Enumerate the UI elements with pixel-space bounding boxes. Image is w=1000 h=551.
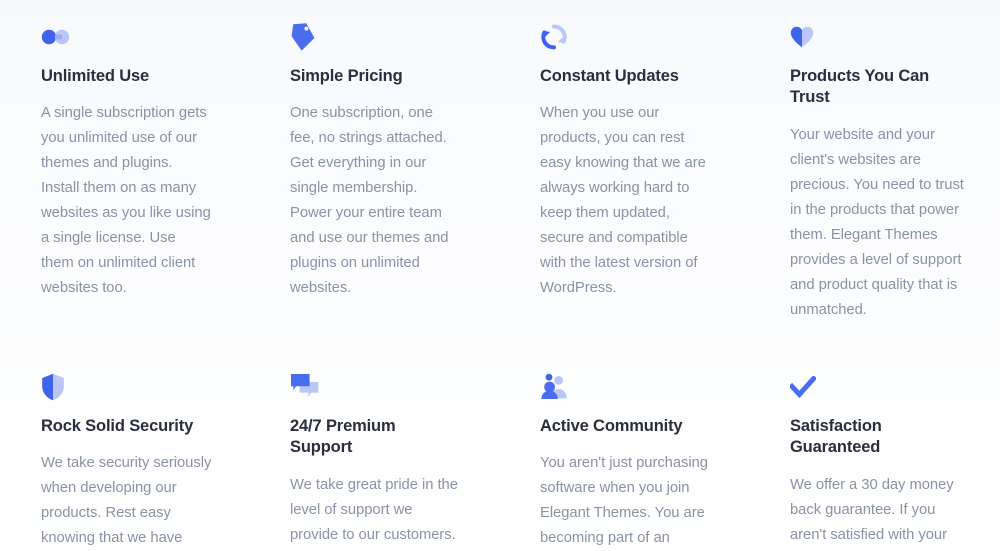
price-tag-icon <box>290 20 460 54</box>
feature-body: Your website and your client's websites … <box>790 126 964 318</box>
feature-title: Rock Solid Security <box>41 416 194 435</box>
refresh-update-icon <box>540 20 710 54</box>
features-grid: Unlimited Use A single subscription gets… <box>0 0 1000 551</box>
feature-title: 24/7 Premium Support <box>290 416 396 457</box>
feature-title: Products You Can Trust <box>790 67 930 107</box>
feature-body: A single subscription gets you unlimited… <box>41 105 211 297</box>
feature-card-rock-solid-security: Rock Solid Security We take security ser… <box>0 323 250 551</box>
feature-body: One subscription, one fee, no strings at… <box>290 105 449 297</box>
feature-card-unlimited-use: Unlimited Use A single subscription gets… <box>0 12 250 323</box>
shield-icon <box>41 370 212 404</box>
heart-icon <box>790 20 972 54</box>
feature-card-active-community: Active Community You aren't just purchas… <box>500 323 750 551</box>
two-dots-icon <box>41 20 212 54</box>
feature-body: We offer a 30 day money back guarantee. … <box>790 476 954 543</box>
feature-body: We take security seriously when developi… <box>41 455 212 547</box>
feature-title: Active Community <box>540 416 683 435</box>
checkmark-icon <box>790 370 972 404</box>
feature-body: We take great pride in the level of supp… <box>290 476 458 543</box>
feature-card-constant-updates: Constant Updates When you use our produc… <box>500 12 750 323</box>
feature-title: Simple Pricing <box>290 67 403 85</box>
feature-card-simple-pricing: Simple Pricing One subscription, one fee… <box>250 12 500 323</box>
feature-body: You aren't just purchasing software when… <box>540 455 708 547</box>
feature-title: Unlimited Use <box>41 67 150 85</box>
users-icon <box>540 370 710 404</box>
feature-title: Constant Updates <box>540 67 679 85</box>
chat-bubbles-icon <box>290 370 460 404</box>
feature-card-satisfaction-guaranteed: Satisfaction Guaranteed We offer a 30 da… <box>750 323 1000 551</box>
feature-body: When you use our products, you can rest … <box>540 105 706 297</box>
feature-card-products-you-can-trust: Products You Can Trust Your website and … <box>750 12 1000 323</box>
feature-title: Satisfaction Guaranteed <box>790 416 882 457</box>
feature-card-premium-support: 24/7 Premium Support We take great pride… <box>250 323 500 551</box>
